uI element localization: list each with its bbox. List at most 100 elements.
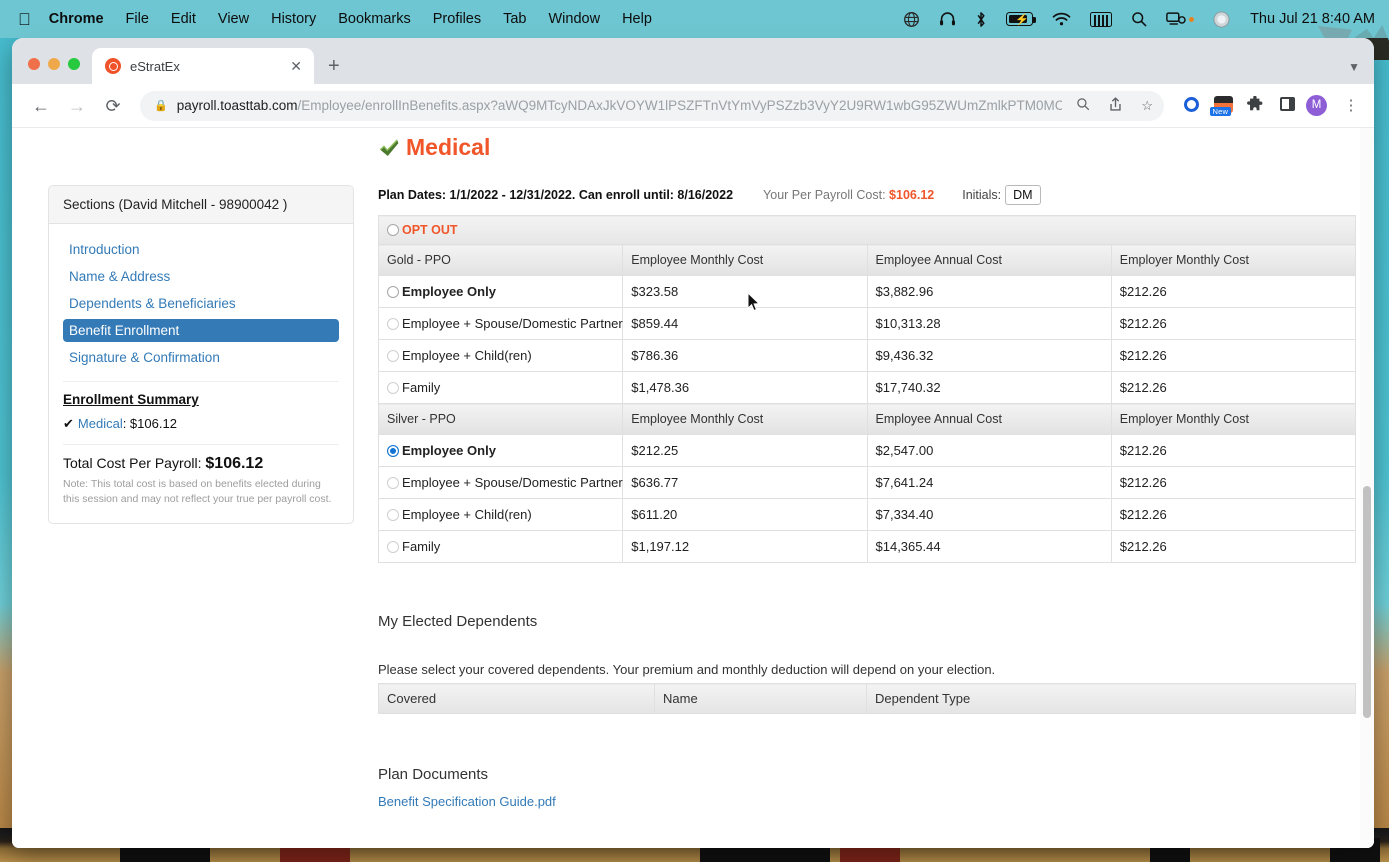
menu-item-help[interactable]: Help [622,11,652,27]
employee-monthly-cost: $636.77 [623,467,867,499]
sidebar-item-introduction[interactable]: Introduction [63,238,339,261]
siri-icon[interactable] [1213,11,1230,28]
sidebar-item-name-address[interactable]: Name & Address [63,265,339,288]
arrow-right-icon[interactable]: → [62,97,92,115]
maximize-window-button[interactable] [68,58,80,70]
summary-medical-link[interactable]: Medical [78,416,123,431]
menu-item-profiles[interactable]: Profiles [433,11,481,27]
battery-charging-icon[interactable]: ⚡ [1006,12,1033,26]
table-row[interactable]: Family $1,478.36 $17,740.32 $212.26 [379,372,1356,404]
grammarly-icon[interactable] [1178,97,1204,115]
menu-item-chrome[interactable]: Chrome [49,11,104,27]
browser-toolbar: ← → ⟳ 🔒 payroll.toasttab.com/Employee/en… [12,84,1374,128]
opt-out-radio[interactable] [387,224,399,236]
lock-icon[interactable]: 🔒 [154,99,168,112]
plan-option-radio[interactable] [387,286,399,298]
column-employer-monthly-cost: Employer Monthly Cost [1111,404,1355,435]
benefit-enrollment-main: Medical Plan Dates: 1/1/2022 - 12/31/202… [378,128,1361,848]
plan-option-label[interactable]: Employee + Spouse/Domestic Partner [379,308,623,340]
table-row[interactable]: Employee Only $323.58 $3,882.96 $212.26 [379,276,1356,308]
plan-option-label[interactable]: Employee + Child(ren) [379,340,623,372]
plan-option-radio[interactable] [387,382,399,394]
plan-option-label[interactable]: Family [379,372,623,404]
menu-item-bookmarks[interactable]: Bookmarks [338,11,411,27]
table-row[interactable]: Employee + Spouse/Domestic Partner $859.… [379,308,1356,340]
menu-item-tab[interactable]: Tab [503,11,526,27]
table-row[interactable]: Employee + Spouse/Domestic Partner $636.… [379,467,1356,499]
menu-item-file[interactable]: File [126,11,149,27]
plan-option-radio[interactable] [387,541,399,553]
page-scrollbar-thumb[interactable] [1363,486,1371,718]
puzzle-extensions-icon[interactable] [1242,96,1268,115]
avatar[interactable]: M [1306,95,1332,116]
employee-monthly-cost: $1,478.36 [623,372,867,404]
table-row[interactable]: Family $1,197.12 $14,365.44 $212.26 [379,531,1356,563]
headphones-icon[interactable] [939,11,956,27]
plan-option-text: Family [402,539,440,554]
address-bar-url: payroll.toasttab.com/Employee/enrollInBe… [177,98,1063,113]
url-host: payroll.toasttab.com [177,98,298,113]
chevron-down-icon[interactable]: ▼ [1348,60,1360,74]
plan-option-text: Employee + Child(ren) [402,507,532,522]
star-icon[interactable]: ☆ [1136,98,1158,114]
plan-documents-heading: Plan Documents [378,766,1361,783]
sidebar-item-benefit-enrollment[interactable]: Benefit Enrollment [63,319,339,342]
plan-option-label[interactable]: Employee + Child(ren) [379,499,623,531]
menu-item-view[interactable]: View [218,11,249,27]
plan-option-radio[interactable] [387,350,399,362]
browser-tab-strip: eStratEx ✕ + ▼ [12,38,1374,84]
table-row[interactable]: Employee + Child(ren) $786.36 $9,436.32 … [379,340,1356,372]
plan-option-radio-selected[interactable] [387,445,399,457]
side-panel-icon[interactable] [1274,97,1300,114]
bluetooth-icon[interactable] [975,11,987,28]
initials-field[interactable]: DM [1005,185,1040,205]
globe-icon[interactable] [903,11,920,28]
plan-document-link[interactable]: Benefit Specification Guide.pdf [378,794,556,809]
plan-option-radio[interactable] [387,477,399,489]
employee-monthly-cost: $212.25 [623,435,867,467]
close-window-button[interactable] [28,58,40,70]
control-center-icon[interactable] [1090,12,1112,27]
table-row[interactable]: Employee + Child(ren) $611.20 $7,334.40 … [379,499,1356,531]
wifi-icon[interactable] [1052,12,1071,27]
dependents-header-row: Covered Name Dependent Type [379,684,1356,714]
address-bar[interactable]: 🔒 payroll.toasttab.com/Employee/enrollIn… [140,91,1164,121]
plan-option-radio[interactable] [387,509,399,521]
column-employer-monthly-cost: Employer Monthly Cost [1111,245,1355,276]
url-path: /Employee/enrollInBenefits.aspx?aWQ9MTcy… [298,98,1063,113]
spotlight-search-icon[interactable] [1131,11,1147,27]
table-row[interactable]: Employee Only $212.25 $2,547.00 $212.26 [379,435,1356,467]
search-icon[interactable] [1071,97,1095,114]
menubar-clock[interactable]: Thu Jul 21 8:40 AM [1250,11,1375,27]
apple-logo-icon[interactable]:  [18,11,31,28]
reload-icon[interactable]: ⟳ [98,97,128,115]
plan-option-label[interactable]: Employee + Spouse/Domestic Partner [379,467,623,499]
plan-option-label[interactable]: Employee Only [379,435,623,467]
employee-monthly-cost: $611.20 [623,499,867,531]
page-scrollbar-track[interactable] [1360,128,1374,848]
chrome-browser-window: eStratEx ✕ + ▼ ← → ⟳ 🔒 payroll.toasttab.… [12,38,1374,848]
employee-annual-cost: $9,436.32 [867,340,1111,372]
opt-out-cell[interactable]: OPT OUT [379,216,1356,245]
sections-sidebar: Sections (David Mitchell - 98900042 ) In… [48,185,354,524]
menu-item-window[interactable]: Window [549,11,601,27]
plus-icon[interactable]: + [328,56,340,76]
sidebar-item-signature-confirmation[interactable]: Signature & Confirmation [63,346,339,369]
close-icon[interactable]: ✕ [288,58,304,75]
opt-out-row[interactable]: OPT OUT [379,216,1356,245]
arrow-left-icon[interactable]: ← [26,97,56,115]
plan-group-name: Gold - PPO [379,245,623,276]
three-dot-menu-icon[interactable]: ⋮ [1338,98,1364,113]
plan-option-label[interactable]: Family [379,531,623,563]
plan-option-radio[interactable] [387,318,399,330]
browser-tab-estratex[interactable]: eStratEx ✕ [92,48,314,84]
screen-sharing-icon[interactable] [1166,11,1194,27]
dependents-table-body: Covered Name Dependent Type [379,684,1356,714]
menu-item-history[interactable]: History [271,11,316,27]
menu-item-edit[interactable]: Edit [171,11,196,27]
minimize-window-button[interactable] [48,58,60,70]
share-icon[interactable] [1104,97,1127,115]
sidebar-item-dependents-beneficiaries[interactable]: Dependents & Beneficiaries [63,292,339,315]
extension-new-badge-icon[interactable]: New [1210,96,1236,116]
plan-option-label[interactable]: Employee Only [379,276,623,308]
